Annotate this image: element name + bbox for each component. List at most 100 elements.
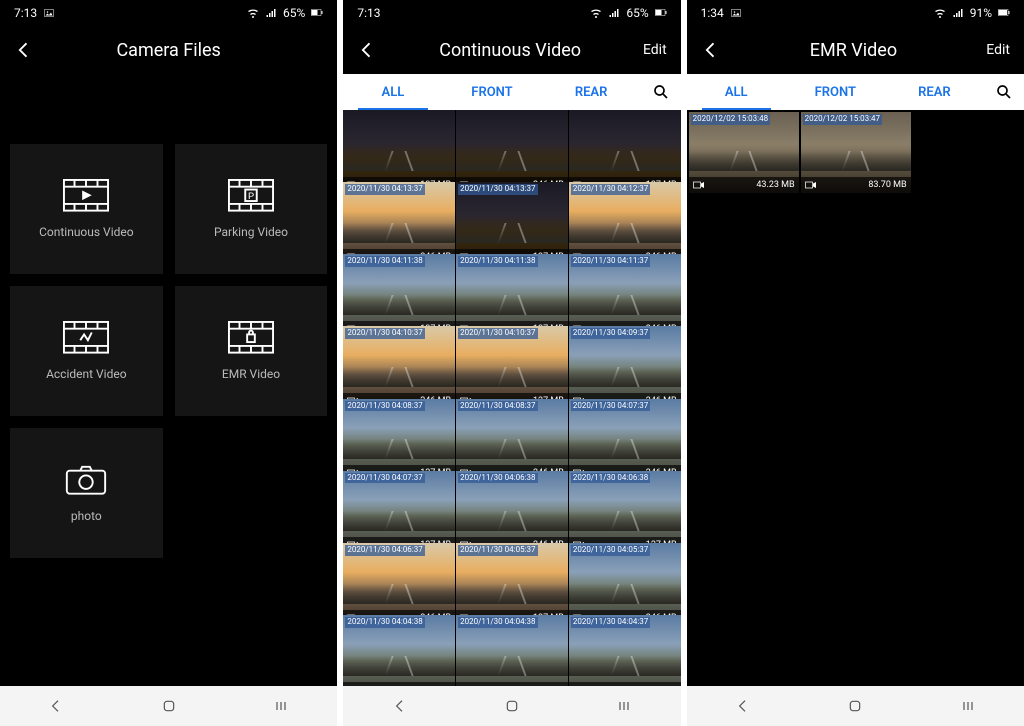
tab-rear[interactable]: REAR <box>885 74 984 110</box>
battery-icon <box>998 7 1010 19</box>
filter-tabs: ALL FRONT REAR <box>343 74 680 110</box>
nav-home-icon[interactable] <box>504 698 520 714</box>
search-button[interactable] <box>641 74 681 110</box>
thumbnail-timestamp: 2020/11/30 04:09:37 <box>571 328 650 339</box>
video-thumbnail[interactable]: 2020/11/30 04:06:38246 MB <box>456 471 568 554</box>
video-thumbnail[interactable]: 2020/11/30 04:07:37127 MB <box>343 471 455 554</box>
phone-screen-continuous-video: 7:13 65% Continuous Video Edit ALL FRONT… <box>343 0 680 726</box>
video-thumbnail[interactable]: 246 MB <box>456 110 568 193</box>
video-icon <box>805 180 817 190</box>
thumbnail-size: 83.70 MB <box>868 180 906 190</box>
tab-rear[interactable]: REAR <box>542 74 641 110</box>
nav-recent-icon[interactable] <box>273 698 289 714</box>
page-title: Camera Files <box>34 40 303 61</box>
thumbnail-timestamp: 2020/11/30 04:13:37 <box>345 184 424 195</box>
search-button[interactable] <box>984 74 1024 110</box>
svg-text:P: P <box>248 191 254 202</box>
video-thumbnail[interactable]: 2020/12/02 15:03:4843.23 MB <box>689 112 799 193</box>
back-icon[interactable] <box>14 40 34 60</box>
thumbnail-timestamp: 2020/11/30 04:04:38 <box>345 617 424 628</box>
card-photo[interactable]: photo <box>10 428 163 558</box>
card-label: photo <box>71 509 102 523</box>
wifi-icon <box>590 7 602 19</box>
video-thumbnail[interactable]: 2020/11/30 04:05:37246 MB <box>569 543 681 626</box>
card-parking-video[interactable]: P Parking Video <box>175 144 328 274</box>
thumbnail-footer: 43.23 MB <box>689 177 799 193</box>
video-thumbnail[interactable]: 2020/11/30 04:13:37127 MB <box>456 182 568 265</box>
nav-recent-icon[interactable] <box>616 698 632 714</box>
video-thumbnail[interactable]: 2020/11/30 04:12:37246 MB <box>569 182 681 265</box>
video-thumbnail[interactable]: 2020/11/30 04:10:37127 MB <box>456 326 568 409</box>
status-time: 7:13 <box>357 6 380 20</box>
card-accident-video[interactable]: Accident Video <box>10 286 163 416</box>
video-thumbnail[interactable]: 2020/11/30 04:09:37246 MB <box>569 326 681 409</box>
video-thumbnail[interactable]: 2020/11/30 04:10:37246 MB <box>343 326 455 409</box>
card-label: EMR Video <box>222 367 280 381</box>
status-bar: 1:34 91% <box>687 0 1024 26</box>
filter-tabs: ALL FRONT REAR <box>687 74 1024 110</box>
nav-back-icon[interactable] <box>48 698 64 714</box>
image-icon <box>43 7 55 19</box>
parking-video-icon: P <box>228 179 274 213</box>
thumbnail-timestamp: 2020/11/30 04:11:38 <box>345 256 424 267</box>
tab-front[interactable]: FRONT <box>786 74 885 110</box>
page-header: Camera Files <box>0 26 337 74</box>
video-thumbnail[interactable]: 2020/11/30 04:05:37127 MB <box>456 543 568 626</box>
video-thumbnail[interactable]: 2020/12/02 15:03:47 83.70 MB <box>801 112 911 193</box>
nav-back-icon[interactable] <box>392 698 408 714</box>
video-thumbnail[interactable]: 127 MB <box>343 110 455 193</box>
video-thumbnail[interactable]: 2020/11/30 04:13:37246 MB <box>343 182 455 265</box>
video-thumbnail[interactable]: 2020/11/30 04:04:37 <box>569 615 681 686</box>
video-thumbnail[interactable]: 2020/11/30 04:08:37246 MB <box>456 399 568 482</box>
video-thumbnail[interactable]: 127 MB <box>569 110 681 193</box>
nav-back-icon[interactable] <box>735 698 751 714</box>
video-thumbnail[interactable]: 2020/11/30 04:07:37246 MB <box>569 399 681 482</box>
nav-recent-icon[interactable] <box>960 698 976 714</box>
back-icon[interactable] <box>357 40 377 60</box>
card-label: Accident Video <box>46 367 127 381</box>
thumbnail-timestamp: 2020/12/02 15:03:47 <box>803 114 882 125</box>
card-emr-video[interactable]: EMR Video <box>175 286 328 416</box>
signal-icon <box>608 7 620 19</box>
video-thumbnail[interactable]: 2020/11/30 04:11:38127 MB <box>456 254 568 337</box>
tab-all[interactable]: ALL <box>687 74 786 110</box>
edit-button[interactable]: Edit <box>643 42 667 58</box>
phone-screen-emr-video: 1:34 91% EMR Video Edit ALL FRONT REAR 2… <box>687 0 1024 726</box>
card-continuous-video[interactable]: Continuous Video <box>10 144 163 274</box>
system-nav <box>0 686 337 726</box>
thumbnail-footer <box>569 682 681 686</box>
camera-files-grid: Continuous Video P Parking Video <box>0 74 337 686</box>
thumbnail-timestamp: 2020/11/30 04:05:37 <box>571 545 650 556</box>
video-thumbnail[interactable]: 2020/11/30 04:04:38 <box>343 615 455 686</box>
thumbnail-footer <box>456 682 568 686</box>
status-battery: 65% <box>626 6 648 20</box>
system-nav <box>687 686 1024 726</box>
back-icon[interactable] <box>701 40 721 60</box>
thumbnail-footer: 83.70 MB <box>801 177 911 193</box>
video-icon <box>573 685 585 686</box>
thumbnail-timestamp: 2020/11/30 04:04:38 <box>458 617 537 628</box>
status-battery: 65% <box>283 6 305 20</box>
page-header: Continuous Video Edit <box>343 26 680 74</box>
thumbnail-timestamp: 2020/11/30 04:08:37 <box>458 401 537 412</box>
thumbnail-footer <box>343 682 455 686</box>
wifi-icon <box>934 7 946 19</box>
video-thumbnail[interactable]: 2020/11/30 04:11:37246 MB <box>569 254 681 337</box>
thumbnail-timestamp: 2020/11/30 04:13:37 <box>458 184 537 195</box>
tab-front[interactable]: FRONT <box>442 74 541 110</box>
video-icon <box>460 685 472 686</box>
nav-home-icon[interactable] <box>161 698 177 714</box>
video-thumbnail[interactable]: 2020/11/30 04:08:37127 MB <box>343 399 455 482</box>
video-thumbnail[interactable]: 2020/11/30 04:06:37246 MB <box>343 543 455 626</box>
thumbnail-size: 43.23 MB <box>756 180 794 190</box>
thumbnail-timestamp: 2020/11/30 04:07:37 <box>571 401 650 412</box>
tab-all[interactable]: ALL <box>343 74 442 110</box>
video-thumbnail[interactable]: 2020/11/30 04:04:38 <box>456 615 568 686</box>
video-thumbnail[interactable]: 2020/11/30 04:06:38127 MB <box>569 471 681 554</box>
photo-icon <box>63 463 109 497</box>
video-icon <box>693 180 705 190</box>
edit-button[interactable]: Edit <box>986 42 1010 58</box>
nav-home-icon[interactable] <box>847 698 863 714</box>
video-thumbnail[interactable]: 2020/11/30 04:11:38127 MB <box>343 254 455 337</box>
wifi-icon <box>247 7 259 19</box>
